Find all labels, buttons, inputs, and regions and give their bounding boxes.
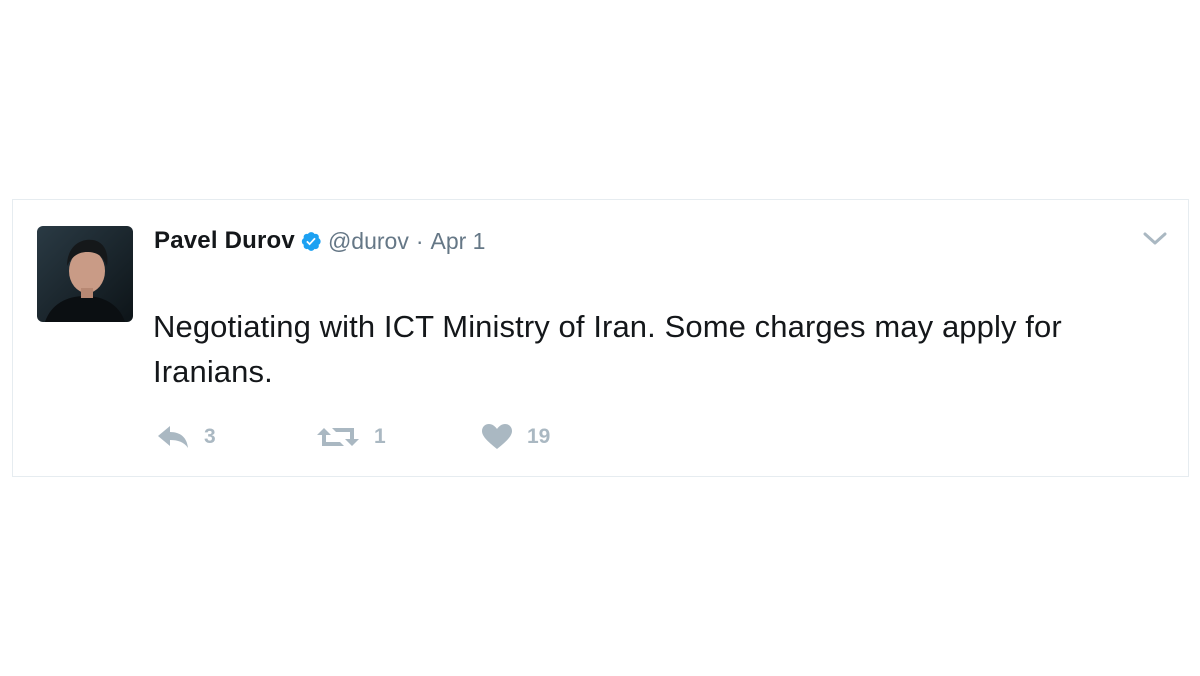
reply-icon <box>156 424 190 450</box>
heart-icon <box>481 423 513 451</box>
like-button[interactable]: 19 <box>481 423 601 451</box>
avatar[interactable] <box>37 226 133 322</box>
reply-button[interactable]: 3 <box>156 424 316 450</box>
retweet-button[interactable]: 1 <box>316 424 481 450</box>
verified-badge-icon <box>300 230 322 252</box>
retweet-icon <box>316 424 360 450</box>
tweet-actions: 3 1 19 <box>156 420 601 454</box>
chevron-down-icon[interactable] <box>1142 230 1168 248</box>
like-count: 19 <box>527 425 551 448</box>
author-name[interactable]: Pavel Durov <box>154 227 295 255</box>
reply-count: 3 <box>204 425 216 448</box>
retweet-count: 1 <box>374 425 386 448</box>
tweet-date[interactable]: Apr 1 <box>431 228 486 255</box>
tweet-card[interactable]: Pavel Durov @durov · Apr 1 Negotiating w… <box>12 199 1189 477</box>
author-handle[interactable]: @durov <box>328 228 409 255</box>
tweet-text: Negotiating with ICT Ministry of Iran. S… <box>153 309 1062 389</box>
tweet-header: Pavel Durov @durov · Apr 1 <box>154 224 485 258</box>
header-separator: · <box>415 227 424 254</box>
avatar-image <box>37 226 133 322</box>
